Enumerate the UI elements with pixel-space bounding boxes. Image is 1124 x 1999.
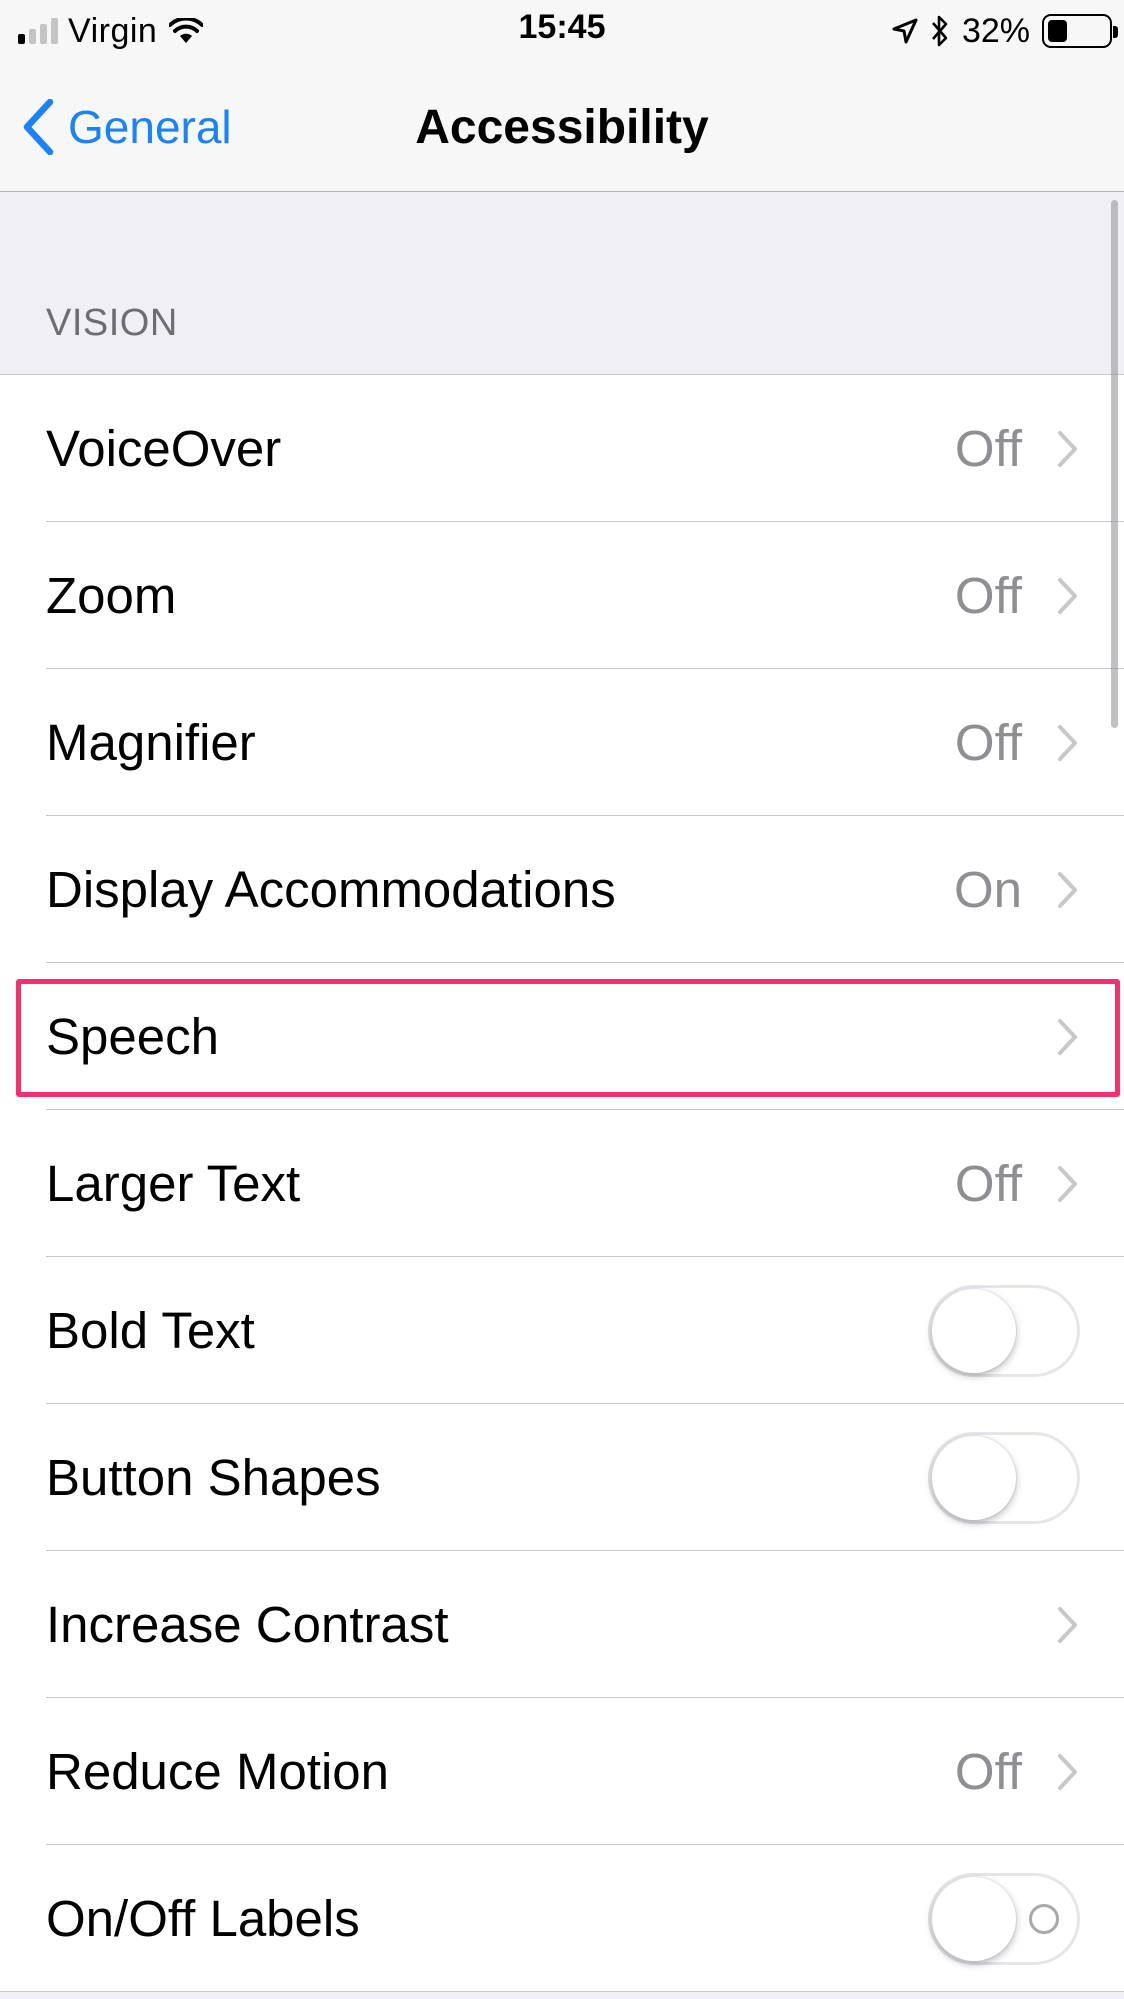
chevron-right-icon xyxy=(1058,430,1077,467)
toggle-switch[interactable] xyxy=(928,1872,1080,1965)
bluetooth-icon xyxy=(931,15,948,47)
battery-nub xyxy=(1113,26,1118,38)
location-icon xyxy=(892,18,918,44)
row-value: Off xyxy=(954,714,1022,771)
settings-row-larger-text[interactable]: Larger Text Off xyxy=(0,1110,1124,1257)
chevron-right-icon xyxy=(1058,724,1077,761)
section-header-vision: VISION xyxy=(46,302,178,344)
row-label: On/Off Labels xyxy=(46,1890,360,1947)
navigation-bar: General Accessibility xyxy=(0,62,1124,192)
row-label: Speech xyxy=(46,1008,219,1065)
chevron-right-icon xyxy=(1058,1753,1077,1790)
settings-row-on-off-labels[interactable]: On/Off Labels xyxy=(0,1845,1124,1992)
row-label: Larger Text xyxy=(46,1155,301,1212)
toggle-switch[interactable] xyxy=(928,1284,1080,1377)
row-label: Increase Contrast xyxy=(46,1596,449,1653)
settings-row-reduce-motion[interactable]: Reduce Motion Off xyxy=(0,1698,1124,1845)
toggle-switch[interactable] xyxy=(928,1431,1080,1524)
settings-row-bold-text[interactable]: Bold Text xyxy=(0,1257,1124,1404)
battery-icon xyxy=(1042,14,1118,48)
row-label: Button Shapes xyxy=(46,1449,381,1506)
status-right: 32% xyxy=(892,10,1118,52)
toggle-knob xyxy=(932,1435,1016,1520)
status-bar: Virgin 15:45 32% xyxy=(0,0,1124,62)
chevron-right-icon xyxy=(1058,577,1077,614)
settings-row-speech[interactable]: Speech xyxy=(0,963,1124,1110)
chevron-right-icon xyxy=(1058,1606,1077,1643)
chevron-right-icon xyxy=(1058,871,1077,908)
chevron-right-icon xyxy=(1058,1165,1077,1202)
page-title: Accessibility xyxy=(415,101,709,154)
settings-row-increase-contrast[interactable]: Increase Contrast xyxy=(0,1551,1124,1698)
off-label-icon xyxy=(1029,1903,1059,1934)
toggle-knob xyxy=(932,1288,1016,1373)
battery-percent: 32% xyxy=(961,11,1030,50)
row-value: Off xyxy=(954,567,1022,624)
row-value: On xyxy=(953,861,1022,918)
battery-level xyxy=(1048,20,1067,42)
row-label: Reduce Motion xyxy=(46,1743,390,1800)
row-label: Display Accommodations xyxy=(46,861,616,918)
row-value: Off xyxy=(954,1155,1022,1212)
row-label: Bold Text xyxy=(46,1302,255,1359)
row-label: Zoom xyxy=(46,567,177,624)
settings-row-button-shapes[interactable]: Button Shapes xyxy=(0,1404,1124,1551)
settings-row-zoom[interactable]: Zoom Off xyxy=(0,522,1124,669)
row-value: Off xyxy=(954,1743,1022,1800)
settings-row-display-accommodations[interactable]: Display Accommodations On xyxy=(0,816,1124,963)
row-label: Magnifier xyxy=(46,714,256,771)
settings-row-voiceover[interactable]: VoiceOver Off xyxy=(0,375,1124,522)
row-value: Off xyxy=(954,420,1022,477)
settings-row-magnifier[interactable]: Magnifier Off xyxy=(0,669,1124,816)
chevron-right-icon xyxy=(1058,1018,1077,1055)
toggle-knob xyxy=(932,1876,1016,1961)
settings-list: VoiceOver Off Zoom Off Magnifier Off Display A… xyxy=(0,374,1124,1992)
scrollbar[interactable] xyxy=(1111,200,1118,728)
row-label: VoiceOver xyxy=(46,420,282,477)
